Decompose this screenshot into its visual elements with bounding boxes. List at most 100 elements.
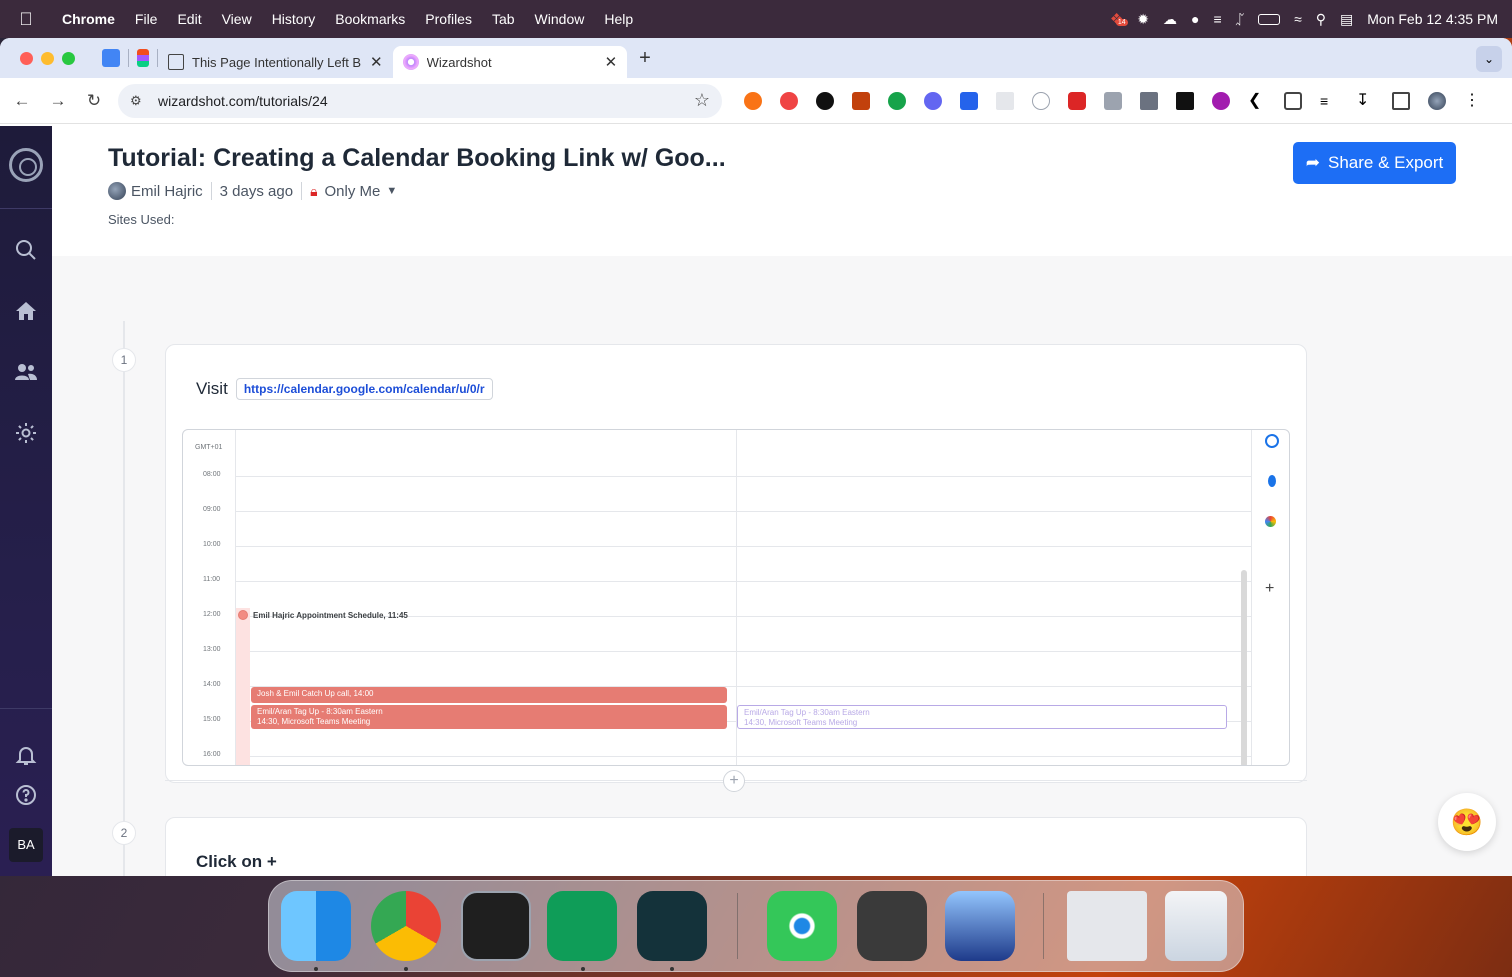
add-step-button[interactable]: + [723,770,745,792]
clock-text[interactable]: Mon Feb 12 4:35 PM [1367,11,1498,27]
share-export-button[interactable]: ➦ Share & Export [1293,142,1456,184]
forward-button[interactable]: → [46,91,70,111]
url-text[interactable]: wizardshot.com/tutorials/24 [158,93,694,109]
extension-icon[interactable] [888,91,906,110]
menu-file[interactable]: File [125,11,168,27]
control-center-icon[interactable]: ▤ [1340,11,1353,28]
apple-icon[interactable]:  [0,9,52,30]
tab-title: This Page Intentionally Left Bl [192,54,362,70]
new-tab-button[interactable]: + [639,47,651,70]
reading-list-icon[interactable]: ≡ [1320,92,1338,110]
tutorial-title[interactable]: Tutorial: Creating a Calendar Booking Li… [108,144,726,173]
author-avatar [108,182,126,200]
wizardshot-logo-icon[interactable] [9,148,43,182]
site-settings-icon[interactable]: ⚙ [130,93,154,109]
menu-history[interactable]: History [262,11,326,27]
menu-edit[interactable]: Edit [167,11,211,27]
find-my-icon[interactable] [767,891,837,961]
bell-icon[interactable] [14,743,38,767]
sublime-text-icon[interactable] [857,891,927,961]
tutorial-header: Tutorial: Creating a Calendar Booking Li… [52,126,1512,256]
wifi-icon[interactable]: ≈ [1294,11,1302,27]
bookmark-star-icon[interactable]: ☆ [694,90,710,111]
extension-icon[interactable] [1068,91,1086,110]
finder-icon[interactable] [281,891,351,961]
step-card[interactable]: Visit https://calendar.google.com/calend… [165,344,1307,783]
pinned-tab-docs[interactable] [102,49,120,67]
spotlight-icon[interactable]: ⚲ [1316,11,1326,28]
menu-app-name[interactable]: Chrome [52,11,125,27]
downloads-stack-icon[interactable] [1067,891,1147,961]
tab-wizardshot[interactable]: Wizardshot ✕ [392,46,628,78]
step-url-link[interactable]: https://calendar.google.com/calendar/u/0… [235,378,493,400]
hour-label: 13:00 [203,646,221,653]
menu-bookmarks[interactable]: Bookmarks [325,11,415,27]
extension-icon[interactable] [996,91,1014,110]
chevron-left-icon[interactable]: ❮ [1248,92,1266,110]
visibility-dropdown[interactable]: Only Me [325,183,381,200]
google-chat-icon[interactable] [547,891,617,961]
puzzle-icon[interactable] [1284,91,1302,110]
minimize-window-button[interactable] [41,51,54,65]
hour-label: 10:00 [203,541,221,548]
gear-status-icon[interactable]: ✹ [1137,11,1149,28]
extension-icon[interactable] [960,91,978,110]
feedback-emoji-button[interactable]: 😍 [1438,793,1496,851]
reload-button[interactable]: ↻ [82,91,106,111]
help-icon[interactable] [14,783,38,807]
tab-search-button[interactable]: ⌄ [1476,46,1502,72]
trash-icon[interactable] [1165,891,1227,961]
step-action: Click on + [196,852,277,871]
preview-icon[interactable] [945,891,1015,961]
hat-icon[interactable]: ● [1191,11,1199,27]
battery-icon[interactable] [1258,13,1281,25]
menu-window[interactable]: Window [525,11,595,27]
sidebar-divider [0,208,52,209]
menu-help[interactable]: Help [594,11,643,27]
menu-tab[interactable]: Tab [482,11,525,27]
address-bar[interactable]: ⚙ wizardshot.com/tutorials/24 ☆ [118,83,722,118]
crx-extension-icon[interactable] [1140,91,1158,110]
extension-icon[interactable] [924,91,942,110]
chrome-icon[interactable] [371,891,441,961]
step-screenshot[interactable]: GMT+01 08:00 09:00 10:00 11:00 12:00 13:… [182,429,1290,766]
extension-icon[interactable] [780,91,798,110]
download-icon[interactable]: ↧ [1356,92,1374,110]
profile-avatar-icon[interactable] [1428,91,1446,110]
chrome-menu-icon[interactable]: ⋮ [1464,92,1482,110]
step-card[interactable]: Click on + [165,817,1307,876]
menu-view[interactable]: View [212,11,262,27]
dropbox-badge: 14 [1115,19,1128,26]
extension-icon[interactable] [1212,91,1230,110]
back-button[interactable]: ← [10,91,34,111]
hour-line [235,756,1251,757]
close-tab-icon[interactable]: ✕ [605,53,618,71]
kolide-icon[interactable] [637,891,707,961]
cloud-status-icon[interactable]: ☁ [1163,11,1177,28]
chevron-down-icon[interactable]: ▼ [386,185,397,197]
tab-blank-page[interactable]: This Page Intentionally Left Bl ✕ [158,46,393,78]
extension-icon[interactable] [1176,91,1194,110]
extension-icon[interactable] [816,91,834,110]
gear-icon[interactable] [14,421,38,445]
bluetooth-icon[interactable]: ᛢ [1236,11,1244,27]
home-icon[interactable] [14,299,38,323]
control-toggle-icon[interactable]: ≡ [1213,11,1221,27]
camera-extension-icon[interactable] [1104,91,1122,110]
zoom-window-button[interactable] [62,51,75,65]
menu-profiles[interactable]: Profiles [415,11,482,27]
user-avatar[interactable]: BA [9,828,43,862]
close-tab-icon[interactable]: ✕ [370,53,383,71]
extension-icon[interactable] [852,91,870,110]
extension-icon[interactable] [1032,91,1050,110]
add-icon: + [1265,580,1275,597]
pinned-tab-figma[interactable] [137,49,149,67]
close-window-button[interactable] [20,51,33,65]
side-panel-icon[interactable] [1392,91,1410,110]
extension-icon[interactable] [744,91,762,110]
dropbox-icon[interactable]: ❖14 [1110,10,1128,28]
appointment-schedule: Emil Hajric Appointment Schedule, 11:45 [238,610,408,620]
terminal-icon[interactable] [461,891,531,961]
users-icon[interactable] [14,360,38,384]
search-icon[interactable] [14,238,38,262]
